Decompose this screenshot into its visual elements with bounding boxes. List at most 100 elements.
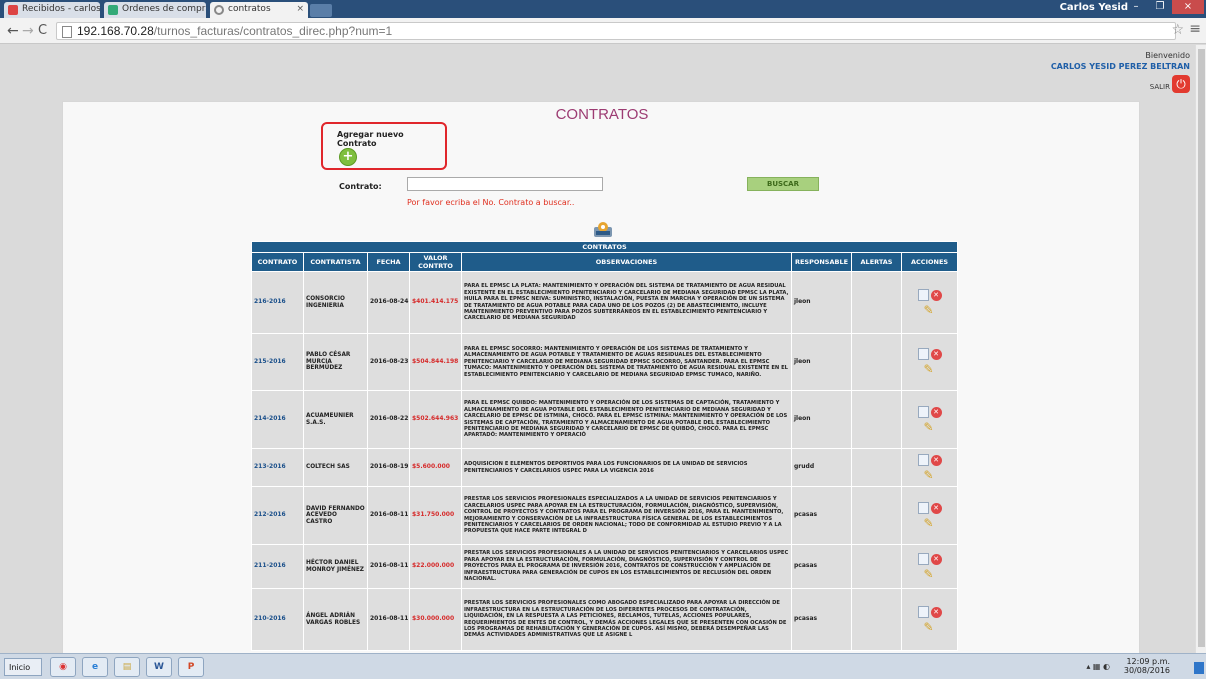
- delete-icon[interactable]: ✕: [930, 406, 942, 418]
- clock[interactable]: 12:09 p.m. 30/08/2016: [1124, 657, 1170, 675]
- settings-gear-icon[interactable]: [593, 220, 613, 238]
- powerpoint-icon[interactable]: P: [178, 657, 204, 677]
- minimize-icon[interactable]: –: [1124, 0, 1148, 14]
- contract-number[interactable]: 213-2016: [251, 448, 304, 487]
- start-button[interactable]: Inicio: [4, 658, 42, 676]
- contract-number[interactable]: 215-2016: [251, 333, 304, 391]
- row-actions: ✕ ✎: [900, 333, 959, 391]
- close-window-icon[interactable]: ×: [1172, 0, 1204, 14]
- copy-icon[interactable]: [917, 501, 929, 514]
- contract-number[interactable]: 216-2016: [251, 271, 304, 334]
- contract-search-input[interactable]: [407, 177, 603, 191]
- cart-icon: [108, 5, 118, 15]
- page-scrollbar[interactable]: [1195, 45, 1206, 653]
- tab-contratos[interactable]: contratos ×: [210, 2, 308, 18]
- table-row: 214-2016 ACUAMEUNIER S.A.S. 2016-08-22 $…: [251, 390, 959, 449]
- edit-icon[interactable]: ✎: [924, 568, 934, 580]
- contract-date: 2016-08-11: [367, 544, 410, 589]
- col-contratista[interactable]: CONTRATISTA: [303, 252, 368, 272]
- copy-icon[interactable]: [917, 348, 929, 360]
- scrollbar-thumb[interactable]: [1198, 49, 1205, 647]
- copy-icon[interactable]: [917, 453, 929, 466]
- edit-icon[interactable]: ✎: [924, 421, 934, 433]
- contract-number[interactable]: 214-2016: [251, 390, 304, 449]
- delete-icon[interactable]: ✕: [930, 289, 942, 301]
- welcome-text: Bienvenido: [1145, 51, 1190, 60]
- search-button[interactable]: BUSCAR: [747, 177, 819, 191]
- menu-icon[interactable]: ≡: [1189, 21, 1201, 37]
- add-contract-label: Agregar nuevo Contrato: [337, 130, 404, 148]
- contract-value: $31.750.000: [409, 486, 462, 545]
- browser-tab-bar: Recibidos - carlos.perez@u... Ordenes de…: [0, 0, 1206, 18]
- forward-icon[interactable]: →: [22, 23, 34, 39]
- table-row: 215-2016 PABLO CÉSAR MURCIA BERMÚDEZ 201…: [251, 333, 959, 391]
- copy-icon[interactable]: [917, 288, 929, 301]
- browser-user[interactable]: Carlos Yesid: [1060, 2, 1128, 13]
- col-contrato[interactable]: CONTRATO: [251, 252, 304, 272]
- delete-icon[interactable]: ✕: [930, 606, 942, 618]
- table-header-row: CONTRATO CONTRATISTA FECHA VALOR CONTRTO…: [251, 252, 959, 272]
- new-tab-button[interactable]: [310, 4, 332, 17]
- contract-value: $5.600.000: [409, 448, 462, 487]
- url-host: 192.168.70.28: [77, 24, 154, 38]
- table-row: 210-2016 ÁNGEL ADRIÁN VARGAS ROBLES 2016…: [251, 588, 959, 651]
- col-responsable[interactable]: RESPONSABLE: [791, 252, 852, 272]
- ie-icon[interactable]: e: [82, 657, 108, 677]
- maximize-icon[interactable]: ❐: [1148, 0, 1172, 14]
- contract-alerts: [851, 486, 902, 545]
- contract-responsible: jleon: [791, 390, 852, 449]
- copy-icon[interactable]: [917, 405, 929, 418]
- contract-date: 2016-08-23: [367, 333, 410, 391]
- delete-icon[interactable]: ✕: [930, 349, 942, 360]
- edit-icon[interactable]: ✎: [924, 469, 934, 481]
- copy-icon[interactable]: [917, 552, 929, 565]
- reload-icon[interactable]: C: [38, 23, 47, 38]
- contract-date: 2016-08-11: [367, 588, 410, 651]
- show-desktop-button[interactable]: [1194, 662, 1204, 674]
- taskbar: Inicio ◉ e ▤ W P ▴ ▦ ◐ 12:09 p.m. 30/08/…: [0, 653, 1206, 679]
- contract-number[interactable]: 210-2016: [251, 588, 304, 651]
- tray-icons[interactable]: ▴ ▦ ◐: [1086, 662, 1110, 671]
- tab-gmail[interactable]: Recibidos - carlos.perez@u...: [4, 2, 100, 18]
- copy-icon[interactable]: [917, 605, 929, 618]
- edit-icon[interactable]: ✎: [924, 363, 934, 375]
- contract-date: 2016-08-24: [367, 271, 410, 334]
- contract-value: $502.644.963: [409, 390, 462, 449]
- col-acciones[interactable]: ACCIONES: [900, 252, 959, 272]
- edit-icon[interactable]: ✎: [924, 517, 934, 529]
- contract-responsible: jleon: [791, 271, 852, 334]
- delete-icon[interactable]: ✕: [930, 553, 942, 565]
- add-contract-button[interactable]: +: [339, 148, 357, 166]
- contract-observations: PARA EL EPMSC SOCORRO: MANTENIMIENTO Y O…: [461, 333, 792, 391]
- folder-icon[interactable]: ▤: [114, 657, 140, 677]
- row-actions: ✕ ✎: [900, 448, 959, 487]
- contract-number[interactable]: 211-2016: [251, 544, 304, 589]
- contract-alerts: [851, 544, 902, 589]
- browser-toolbar: ← → C 192.168.70.28/turnos_facturas/cont…: [0, 18, 1206, 44]
- delete-icon[interactable]: ✕: [930, 454, 942, 466]
- logout-label: SALIR: [1149, 83, 1170, 91]
- word-icon[interactable]: W: [146, 657, 172, 677]
- search-hint: Por favor ecriba el No. Contrato a busca…: [407, 198, 575, 207]
- bookmark-star-icon[interactable]: ☆: [1171, 22, 1184, 38]
- chrome-icon[interactable]: ◉: [50, 657, 76, 677]
- edit-icon[interactable]: ✎: [924, 621, 934, 633]
- contract-observations: ADQUISICION E ELEMENTOS DEPORTIVOS PARA …: [461, 448, 792, 487]
- contract-number[interactable]: 212-2016: [251, 486, 304, 545]
- contract-alerts: [851, 333, 902, 391]
- close-tab-icon[interactable]: ×: [296, 4, 304, 14]
- back-icon[interactable]: ←: [7, 23, 19, 39]
- contract-responsible: jleon: [791, 333, 852, 391]
- delete-icon[interactable]: ✕: [930, 502, 942, 514]
- col-observaciones[interactable]: OBSERVACIONES: [461, 252, 792, 272]
- tab-ordenes[interactable]: Ordenes de compra | Colom...: [104, 2, 206, 18]
- address-bar[interactable]: 192.168.70.28/turnos_facturas/contratos_…: [56, 22, 1176, 40]
- col-fecha[interactable]: FECHA: [367, 252, 410, 272]
- power-icon[interactable]: ⏻: [1172, 75, 1190, 93]
- col-valor[interactable]: VALOR CONTRTO: [409, 252, 462, 272]
- table-body: 216-2016 CONSORCIO INGENIERIA 2016-08-24…: [251, 271, 959, 651]
- contract-responsible: pcasas: [791, 544, 852, 589]
- username: CARLOS YESID PEREZ BELTRAN: [1050, 62, 1190, 71]
- edit-icon[interactable]: ✎: [924, 304, 934, 316]
- col-alertas[interactable]: ALERTAS: [851, 252, 902, 272]
